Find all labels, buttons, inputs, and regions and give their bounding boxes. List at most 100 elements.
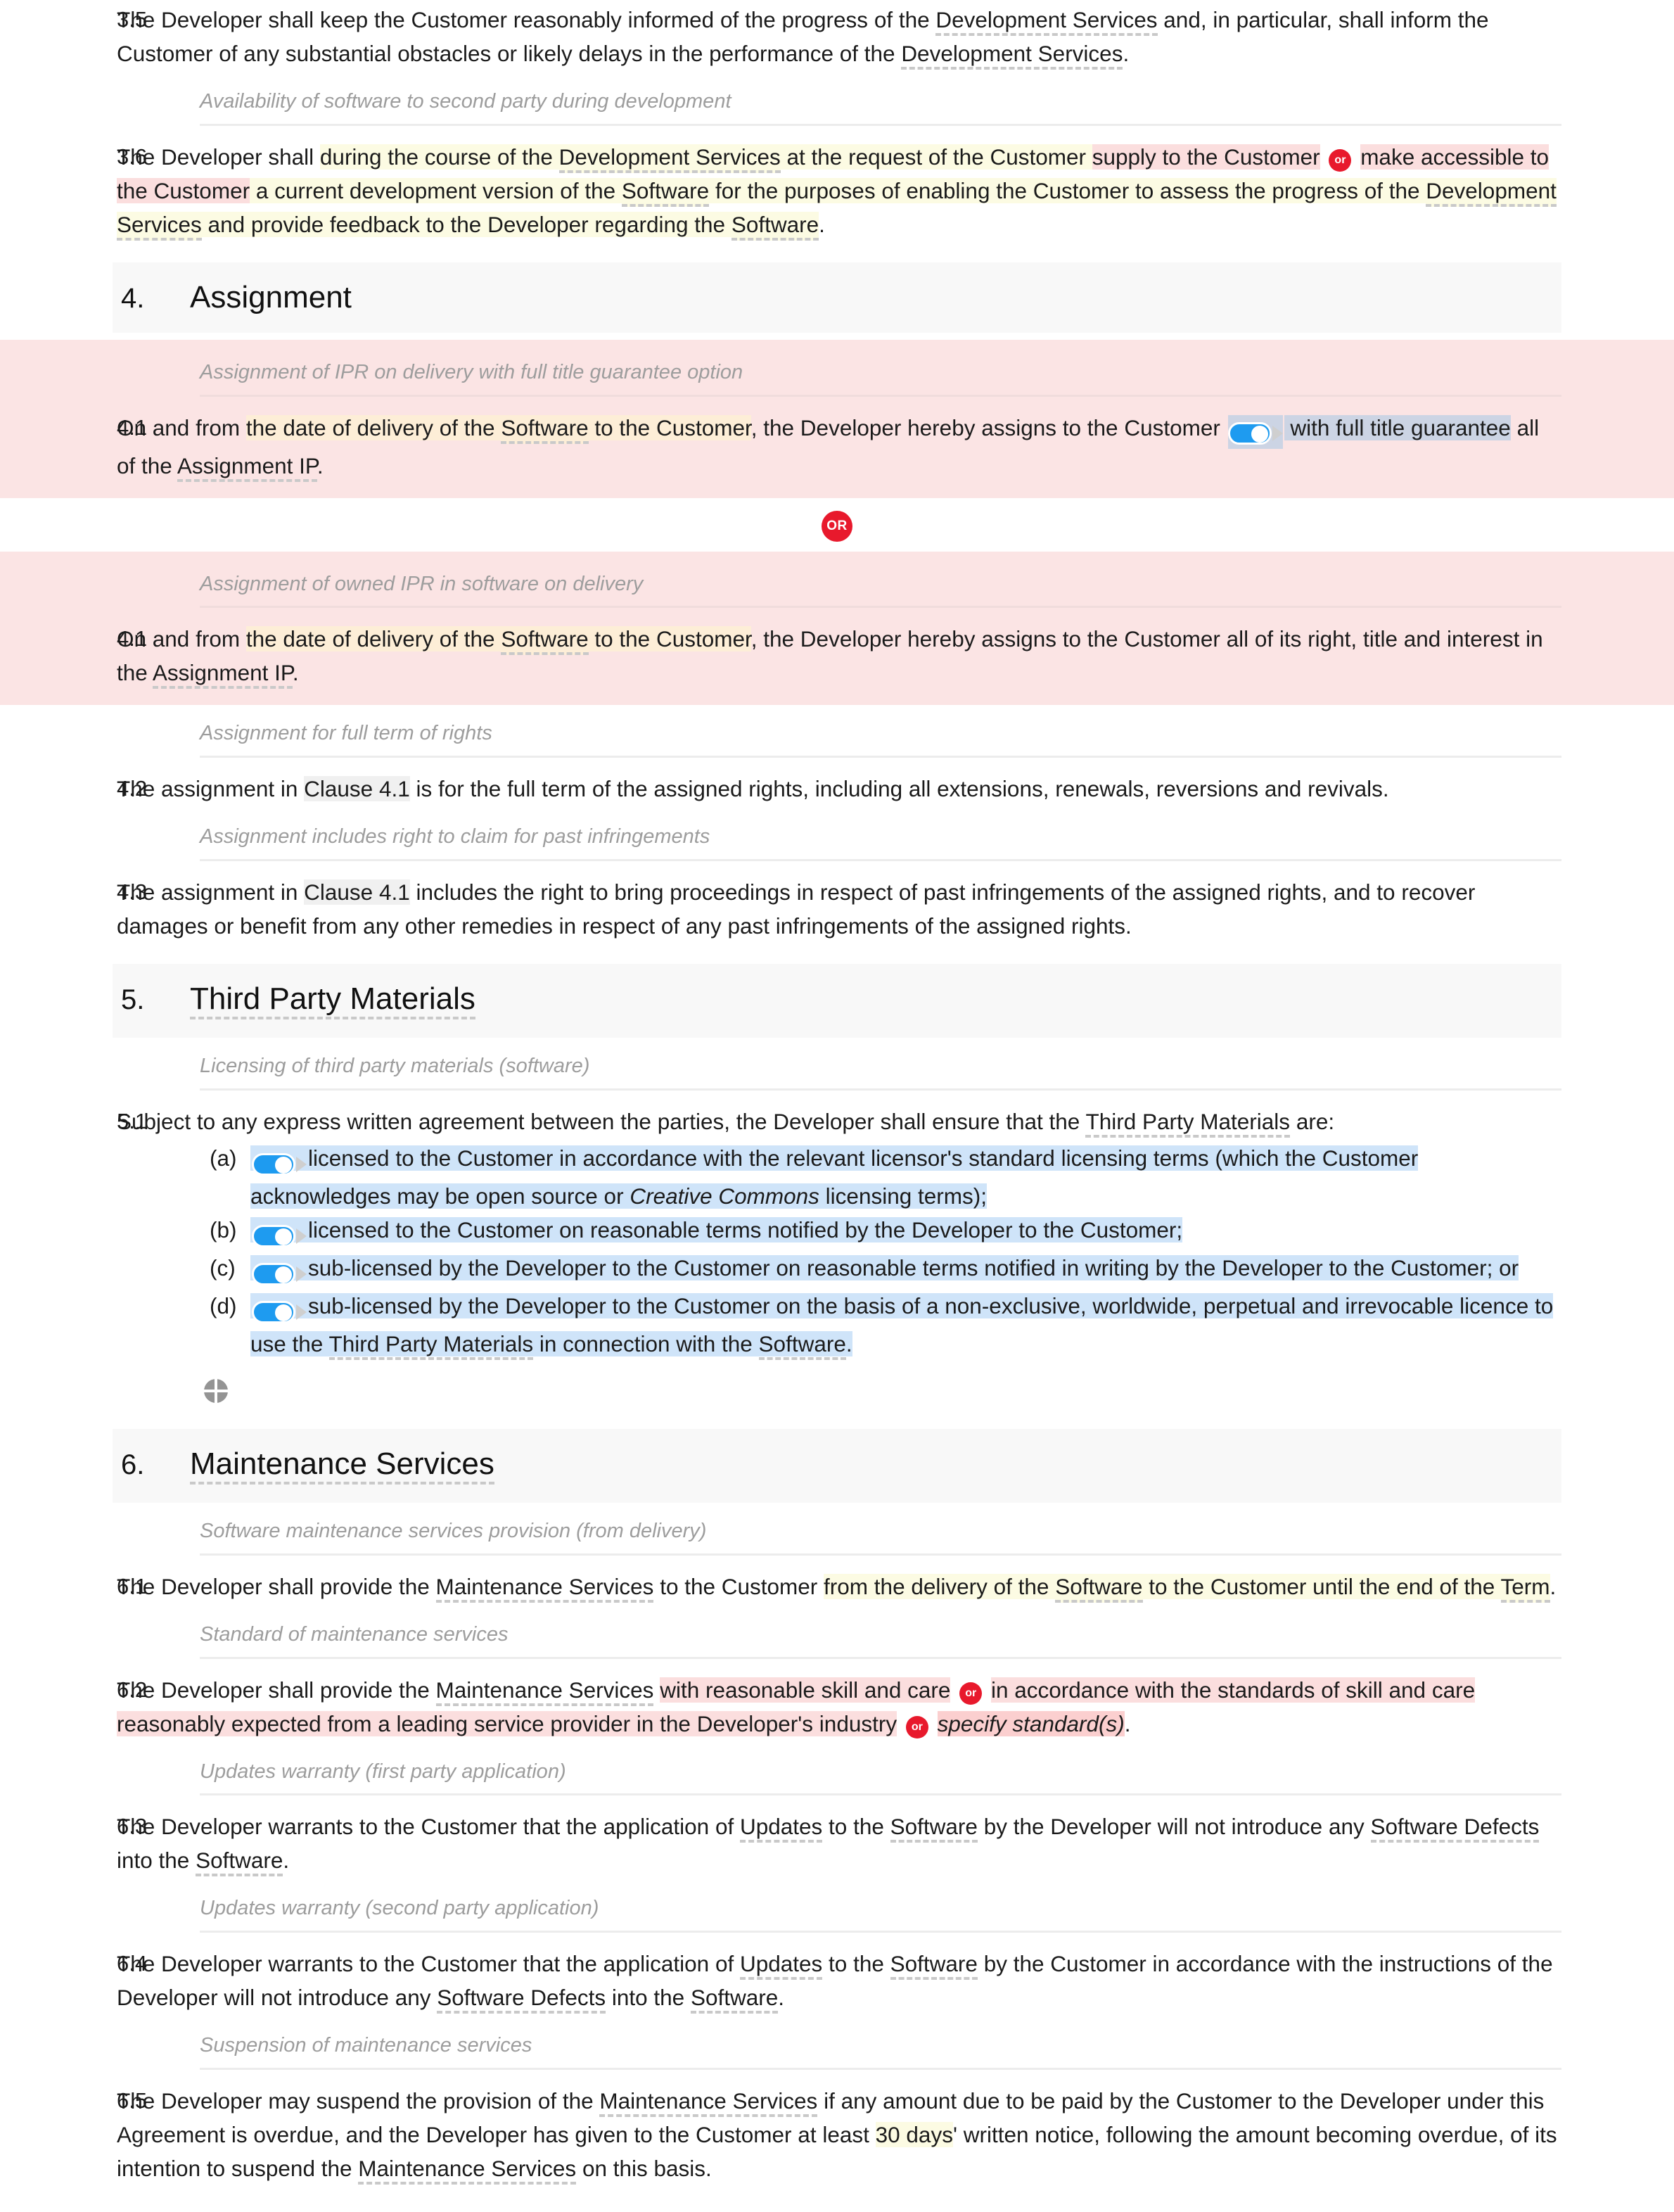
option-variant-a[interactable]: supply to the Customer bbox=[1092, 144, 1320, 170]
toggle-switch-5-1-d[interactable] bbox=[252, 1293, 307, 1327]
highlight-yellow[interactable]: a current development version of the bbox=[250, 177, 622, 203]
defined-term[interactable]: Assignment IP bbox=[177, 452, 317, 482]
toggle-knob bbox=[275, 1228, 292, 1245]
defined-term[interactable]: Software bbox=[501, 626, 589, 656]
defined-term[interactable]: Maintenance Services bbox=[358, 2155, 577, 2185]
or-badge[interactable]: OR bbox=[822, 510, 852, 542]
clause-5-1[interactable]: 5.1 Subject to any express written agree… bbox=[0, 1102, 1674, 1141]
clause-6-3[interactable]: 6.3 The Developer warrants to the Custom… bbox=[0, 1807, 1674, 1880]
list-item[interactable]: (c) sub-licensed by the Developer to the… bbox=[200, 1251, 1561, 1289]
defined-term[interactable]: Software bbox=[890, 1951, 978, 1981]
text-run: . bbox=[819, 211, 825, 237]
clause-3-6[interactable]: 3.6 The Developer shall during the cours… bbox=[0, 137, 1674, 244]
section-heading-6[interactable]: 6. Maintenance Services bbox=[113, 1428, 1561, 1504]
highlight-yellow[interactable]: for the purposes of enabling the Custome… bbox=[709, 177, 1426, 203]
defined-term[interactable]: Software bbox=[1055, 1573, 1143, 1603]
clause-4-2[interactable]: 4.2 The assignment in Clause 4.1 is for … bbox=[0, 769, 1674, 808]
crosshair-add-icon[interactable] bbox=[204, 1378, 228, 1403]
text-run: into the bbox=[606, 1985, 691, 2011]
list-item[interactable]: (a) licensed to the Customer in accordan… bbox=[200, 1141, 1561, 1213]
defined-term[interactable]: Third Party Materials bbox=[328, 1330, 534, 1360]
defined-term[interactable]: Updates bbox=[739, 1951, 823, 1981]
text-run: . bbox=[292, 660, 299, 686]
guidance-label-6-2: Standard of maintenance services bbox=[200, 1622, 509, 1646]
section-number: 4. bbox=[121, 282, 145, 314]
clause-6-1[interactable]: 6.1 The Developer shall provide the Main… bbox=[0, 1567, 1674, 1606]
toggle-switch-5-1-c[interactable] bbox=[252, 1255, 307, 1289]
list-item[interactable]: (d) sub-licensed by the Developer to the… bbox=[200, 1289, 1561, 1361]
highlight-orange[interactable]: to the Customer bbox=[588, 626, 751, 652]
defined-term[interactable]: Maintenance Services bbox=[599, 2087, 818, 2117]
or-badge-inline[interactable]: or bbox=[1329, 148, 1352, 172]
section-number: 5. bbox=[121, 984, 145, 1015]
or-badge-inline[interactable]: or bbox=[905, 1715, 928, 1739]
highlight-slate[interactable]: full title guarantee bbox=[1336, 414, 1511, 440]
defined-term[interactable]: Software Defects bbox=[437, 1985, 606, 2014]
toggle-track[interactable] bbox=[1227, 422, 1272, 445]
list-item-text: sub-licensed by the Developer to the Cus… bbox=[250, 1289, 1561, 1361]
toggle-track[interactable] bbox=[252, 1152, 295, 1176]
defined-term[interactable]: Software Defects bbox=[1370, 1814, 1540, 1843]
highlight-yellow[interactable]: at the request of the Customer bbox=[780, 144, 1092, 170]
toggle-switch-4-1[interactable] bbox=[1227, 414, 1283, 449]
clause-6-2[interactable]: 6.2 The Developer shall provide the Main… bbox=[0, 1670, 1674, 1743]
defined-term[interactable]: Development Services bbox=[901, 41, 1123, 70]
or-badge-inline[interactable]: or bbox=[959, 1682, 983, 1705]
add-clause-row[interactable] bbox=[0, 1361, 1674, 1411]
highlight-yellow[interactable]: from the delivery of the bbox=[824, 1573, 1056, 1599]
clause-6-5[interactable]: 6.5 The Developer may suspend the provis… bbox=[0, 2081, 1674, 2188]
text-run: The Developer shall bbox=[117, 144, 320, 170]
defined-term[interactable]: Development Services bbox=[558, 144, 781, 173]
defined-term[interactable]: Software bbox=[890, 1814, 978, 1843]
defined-term[interactable]: Development Services bbox=[935, 7, 1158, 36]
toggle-track[interactable] bbox=[252, 1300, 295, 1323]
defined-term[interactable]: Maintenance Services bbox=[435, 1677, 654, 1706]
text-run: with bbox=[1284, 414, 1336, 440]
defined-term[interactable]: Software bbox=[731, 211, 819, 241]
toggle-switch-5-1-a[interactable] bbox=[252, 1145, 307, 1179]
text-run: is for the full term of the assigned rig… bbox=[409, 776, 1389, 802]
section-heading-4[interactable]: 4. Assignment bbox=[113, 262, 1561, 333]
option-block-4-1-b[interactable]: Assignment of owned IPR in software on d… bbox=[0, 551, 1674, 706]
defined-term[interactable]: Software bbox=[621, 177, 710, 207]
option-variant-a[interactable]: with reasonable skill and care bbox=[660, 1677, 951, 1703]
highlight-orange[interactable]: the date of delivery of the bbox=[245, 626, 501, 652]
defined-term[interactable]: Maintenance Services bbox=[435, 1573, 654, 1603]
highlight-yellow[interactable]: to the Customer until the end of the bbox=[1142, 1573, 1501, 1599]
defined-term[interactable]: Software bbox=[501, 414, 589, 444]
text-run: The Developer may suspend the provision … bbox=[117, 2087, 600, 2114]
toggle-track[interactable] bbox=[252, 1262, 295, 1285]
option-block-4-1-a[interactable]: Assignment of IPR on delivery with full … bbox=[0, 340, 1674, 498]
toggle-knob bbox=[275, 1266, 292, 1283]
triangle-pointer-icon bbox=[296, 1304, 307, 1320]
highlight-orange[interactable]: to the Customer bbox=[588, 414, 751, 440]
defined-term[interactable]: Updates bbox=[739, 1814, 823, 1843]
section-heading-5[interactable]: 5. Third Party Materials bbox=[113, 963, 1561, 1038]
toggle-switch-5-1-b[interactable] bbox=[252, 1217, 307, 1251]
clause-4-1-a[interactable]: 4.1 On and from the date of delivery of … bbox=[0, 408, 1674, 485]
highlight-yellow[interactable]: during the course of the bbox=[319, 144, 559, 170]
cross-reference[interactable]: Clause 4.1 bbox=[304, 879, 410, 905]
toggle-track[interactable] bbox=[252, 1224, 295, 1247]
highlight-yellow[interactable]: 30 days bbox=[875, 2121, 953, 2147]
clause-4-3[interactable]: 4.3 The assignment in Clause 4.1 include… bbox=[0, 872, 1674, 946]
defined-term[interactable]: Third Party Materials bbox=[1085, 1108, 1291, 1138]
defined-term[interactable]: Software bbox=[690, 1985, 779, 2014]
defined-term[interactable]: Software bbox=[196, 1848, 283, 1877]
defined-term[interactable]: Term bbox=[1500, 1573, 1550, 1603]
triangle-pointer-icon bbox=[296, 1266, 307, 1282]
clause-4-1-b[interactable]: 4.1 On and from the date of delivery of … bbox=[0, 619, 1674, 692]
list-item[interactable]: (b) licensed to the Customer on reasonab… bbox=[200, 1213, 1561, 1251]
highlight-yellow[interactable]: and provide feedback to the Developer re… bbox=[201, 211, 731, 237]
highlight-orange[interactable]: the date of delivery of the bbox=[245, 414, 501, 440]
defined-term[interactable]: Software bbox=[758, 1330, 846, 1360]
or-divider[interactable]: OR bbox=[0, 497, 1674, 552]
cross-reference[interactable]: Clause 4.1 bbox=[304, 776, 410, 802]
clause-3-5[interactable]: 3.5 The Developer shall keep the Custome… bbox=[0, 0, 1674, 73]
clause-number: 3.5 bbox=[117, 7, 148, 32]
clause-6-4[interactable]: 6.4 The Developer warrants to the Custom… bbox=[0, 1944, 1674, 2017]
toggle-knob bbox=[275, 1156, 292, 1174]
defined-term[interactable]: Assignment IP bbox=[152, 660, 293, 689]
text-run: , the Developer hereby assigns to the Cu… bbox=[750, 414, 1227, 440]
option-variant-c[interactable]: specify standard(s) bbox=[937, 1710, 1125, 1736]
